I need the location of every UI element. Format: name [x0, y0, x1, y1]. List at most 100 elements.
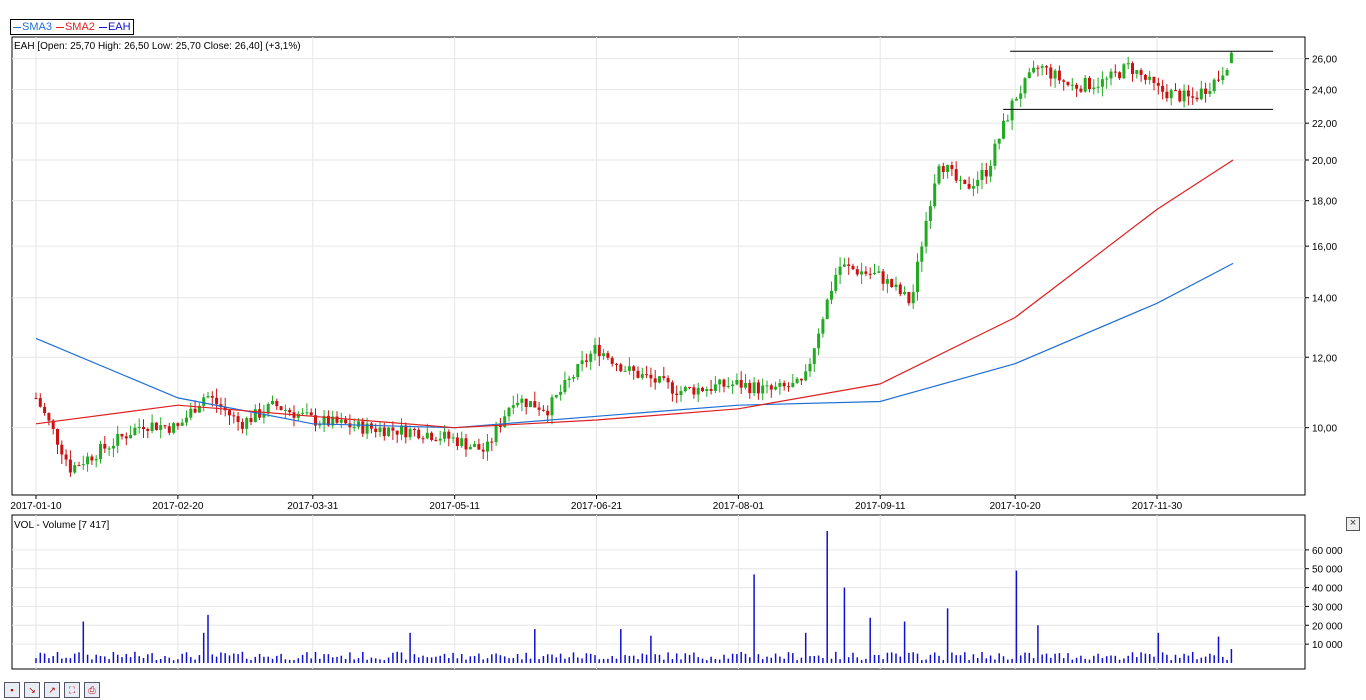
candle-body [765, 385, 769, 387]
candle-body [443, 431, 446, 439]
volume-bar [908, 652, 910, 663]
volume-bar [1123, 658, 1125, 663]
candle-body [1014, 98, 1018, 101]
candle-body [451, 437, 455, 439]
candle-body [86, 456, 90, 465]
volume-bar [190, 657, 192, 663]
candle-body [146, 429, 150, 431]
volume-bar [73, 653, 76, 663]
candle-body [593, 344, 597, 354]
volume-bar [546, 654, 549, 663]
candle-body [924, 220, 928, 247]
volume-bar [925, 659, 927, 663]
candle-body [554, 394, 558, 398]
volume-bar [667, 652, 669, 663]
candle-body [1027, 72, 1031, 79]
legend-item-sma2[interactable]: SMA2 [55, 20, 95, 34]
volume-bar [921, 660, 923, 663]
legend: SMA3 SMA2 EAH [10, 19, 134, 35]
candle-body [529, 401, 532, 408]
candle-body [722, 379, 726, 387]
zoom-out-icon[interactable]: ↗ [44, 682, 60, 698]
candle-body [683, 386, 687, 392]
candle-body [1057, 70, 1061, 81]
candle-body [94, 459, 98, 461]
candle-body [288, 409, 292, 413]
candle-body [812, 348, 816, 364]
candle-body [1113, 71, 1117, 73]
candle-body [782, 382, 786, 387]
candle-body [172, 423, 176, 433]
candle-body [563, 380, 567, 392]
volume-bar [344, 658, 347, 663]
candle-body [873, 272, 876, 275]
candle-body [1182, 90, 1186, 102]
volume-bar [1041, 654, 1043, 663]
candle-body [559, 391, 563, 395]
volume-bar [641, 653, 644, 663]
volume-bar [499, 655, 502, 663]
candle-body [1075, 84, 1079, 89]
candle-body [688, 386, 692, 388]
volume-bar [435, 656, 437, 663]
print-icon[interactable]: ⎙ [84, 682, 100, 698]
volume-bar [938, 655, 940, 663]
volume-bar [396, 651, 398, 663]
save-icon[interactable]: ▪ [4, 682, 20, 698]
candle-body [77, 465, 81, 467]
candle-body [649, 374, 653, 379]
volume-bar [753, 574, 755, 663]
volume-bar [374, 658, 377, 663]
candle-body [640, 374, 644, 378]
fit-icon[interactable]: ⛶ [64, 682, 80, 698]
volume-bar [443, 653, 446, 663]
volume-bar [985, 658, 988, 663]
volume-bar [611, 656, 613, 663]
volume-bar [968, 660, 970, 663]
candle-body [47, 413, 51, 421]
volume-bar [280, 653, 282, 663]
volume-bar [228, 655, 231, 663]
candle-body [271, 400, 274, 405]
candle-body [928, 206, 932, 221]
legend-swatch-sma2 [55, 26, 64, 28]
volume-bar [856, 657, 859, 663]
candle-body [369, 423, 373, 429]
candle-body [1225, 69, 1229, 76]
volume-bar [340, 655, 343, 663]
volume-bar [895, 653, 897, 663]
volume-bar [731, 653, 734, 663]
candle-body [1186, 90, 1190, 97]
legend-item-sma3[interactable]: SMA3 [13, 20, 52, 34]
legend-item-eah[interactable]: EAH [98, 20, 131, 34]
y-tick-label: 24,00 [1312, 86, 1337, 97]
candle-body [537, 407, 541, 410]
volume-bar [929, 654, 932, 663]
candle-body [344, 419, 348, 424]
volume-bar [994, 659, 996, 663]
volume-bar [349, 652, 351, 663]
volume-bar [890, 652, 893, 663]
candle-body [696, 387, 700, 395]
volume-bar [245, 658, 248, 663]
volume-bar [804, 632, 807, 663]
candle-body [606, 353, 610, 358]
volume-bar [478, 653, 480, 663]
candle-body [1049, 67, 1053, 79]
volume-bar [1222, 656, 1224, 663]
volume-bar [155, 659, 158, 663]
candle-body [1174, 90, 1177, 92]
candle-body [546, 410, 550, 416]
volume-bar [1032, 658, 1035, 663]
close-volume-panel-button[interactable]: × [1346, 517, 1360, 531]
volume-y-tick-label: 20 000 [1312, 621, 1343, 632]
candle-body [404, 425, 408, 438]
volume-bar [164, 656, 166, 663]
volume-bar [198, 655, 201, 663]
zoom-in-icon[interactable]: ↘ [24, 682, 40, 698]
volume-bar [835, 651, 837, 663]
candle-body [971, 186, 975, 189]
volume-bar [319, 658, 321, 663]
candle-body [38, 398, 42, 407]
volume-bar [589, 653, 592, 663]
